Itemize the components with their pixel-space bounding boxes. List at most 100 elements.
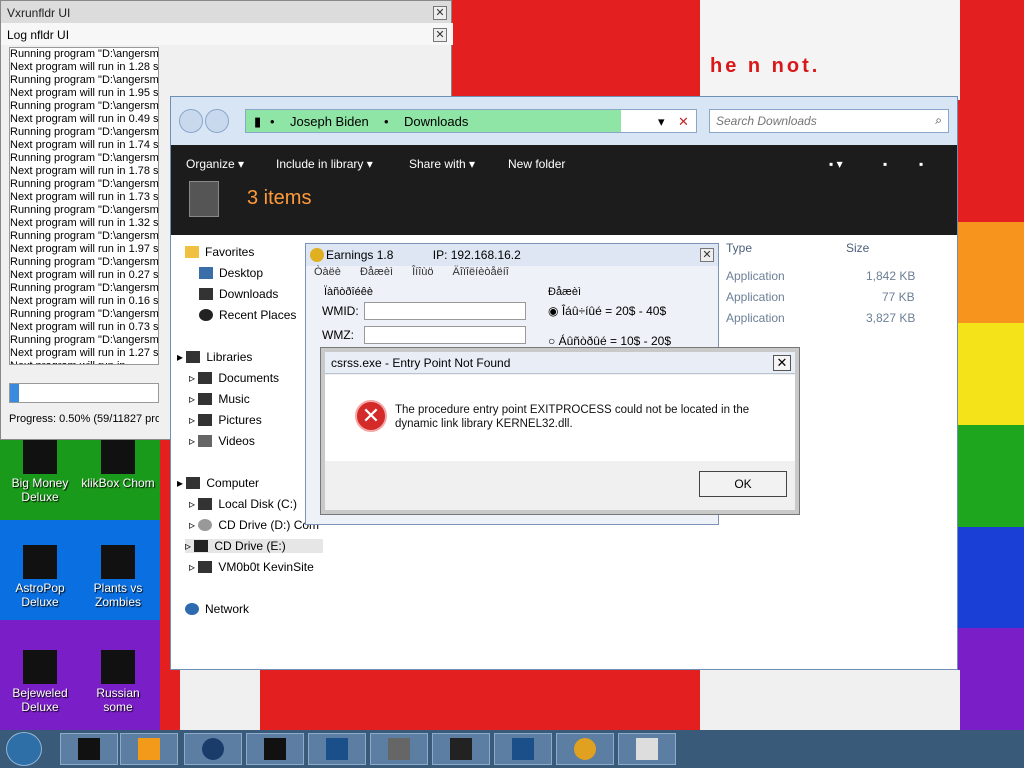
log-line: Next program will run in 1.73 s	[10, 191, 159, 203]
dialog-close-button[interactable]: ✕	[773, 355, 791, 371]
log-listbox[interactable]: Running program "D:\angersmoreno\Worm.Wi…	[9, 47, 159, 365]
taskbar-item[interactable]	[618, 733, 676, 765]
taskbar-item[interactable]	[246, 733, 304, 765]
desktop-icon-russian[interactable]: Russian some	[80, 650, 156, 714]
wallpaper-rainbow	[950, 120, 1024, 730]
warning-icon	[450, 738, 472, 760]
nav-downloads[interactable]: Downloads	[199, 287, 278, 301]
column-header-type[interactable]: Type	[726, 241, 752, 255]
nav-recent-places[interactable]: Recent Places	[199, 308, 296, 322]
nav-music[interactable]: ▹ Music	[189, 392, 250, 406]
breadcrumb-downloads[interactable]: Downloads	[404, 114, 468, 129]
taskbar-item[interactable]	[370, 733, 428, 765]
nav-cd-drive-d[interactable]: ▹ CD Drive (D:) Com	[189, 518, 319, 532]
search-box[interactable]: ⌕	[709, 109, 949, 133]
app-icon	[23, 545, 57, 579]
log-line: Next program will run in 1.27 s	[10, 347, 159, 359]
menu-item[interactable]: Ðåæèì	[360, 266, 393, 278]
window-icon	[512, 738, 534, 760]
window-icon	[326, 738, 348, 760]
nav-computer[interactable]: ▸ Computer	[177, 476, 259, 490]
log-window-title: Vxrunfldr UI	[1, 1, 451, 23]
taskbar-item[interactable]	[120, 733, 178, 765]
nav-documents[interactable]: ▹ Documents	[189, 371, 279, 385]
cd-icon	[198, 519, 213, 531]
taskbar-item[interactable]	[556, 733, 614, 765]
chevron-down-icon[interactable]: ▾	[658, 114, 665, 130]
drive-icon	[198, 561, 213, 573]
app-icon	[23, 440, 57, 474]
desktop-icon-klikbox[interactable]: klikBox Chom	[80, 440, 156, 490]
menu-item[interactable]: Äîïîëíèòåëíî	[453, 266, 509, 278]
start-button[interactable]	[6, 732, 42, 766]
preview-pane-icon[interactable]: ▪	[883, 157, 887, 171]
nav-cd-drive-e[interactable]: ▹ CD Drive (E:)	[185, 539, 323, 553]
desktop-icon-big-money[interactable]: Big Money Deluxe	[2, 440, 78, 504]
help-icon[interactable]: ▪	[919, 157, 923, 171]
nav-videos[interactable]: ▹ Videos	[189, 434, 255, 448]
ok-button[interactable]: OK	[699, 471, 787, 497]
earnings-menu: Òàëè Ðåæèì Îíîùö Äîïîëíèòåëíî	[306, 266, 718, 284]
nav-libraries[interactable]: ▸ Libraries	[177, 350, 252, 364]
log-line: Next program will run in 1.74 s	[10, 139, 159, 151]
back-button[interactable]	[179, 109, 203, 133]
column-header-size[interactable]: Size	[846, 241, 869, 255]
wallpaper-text: he n not.	[710, 55, 821, 77]
nav-pictures[interactable]: ▹ Pictures	[189, 413, 262, 427]
file-type[interactable]: Application	[726, 290, 785, 304]
wmid-field[interactable]	[364, 302, 526, 320]
app-icon	[23, 650, 57, 684]
mode-group-label: Ðåæèì	[548, 286, 582, 298]
items-count: 3 items	[247, 187, 312, 209]
nav-network[interactable]: Network	[185, 602, 249, 616]
nav-local-disk[interactable]: ▹ Local Disk (C:)	[189, 497, 297, 511]
nav-favorites[interactable]: Favorites	[185, 245, 254, 259]
mode-option-fast[interactable]: ○ Áûñòðûé = 10$ - 20$	[548, 334, 671, 348]
forward-button[interactable]	[205, 109, 229, 133]
log-window-close-button[interactable]: ✕	[433, 6, 447, 20]
search-icon[interactable]: ⌕	[935, 113, 942, 128]
desktop-icon-bejeweled[interactable]: Bejeweled Deluxe	[2, 650, 78, 714]
star-icon	[185, 246, 199, 258]
file-size: 77 KB	[882, 290, 915, 304]
nav-vm-site[interactable]: ▹ VM0b0t KevinSite	[189, 560, 314, 574]
desktop-icon-astropop[interactable]: AstroPop Deluxe	[2, 545, 78, 609]
organize-button[interactable]: Organize ▾	[186, 157, 244, 171]
printer-icon	[388, 738, 410, 760]
file-type[interactable]: Application	[726, 311, 785, 325]
taskbar-item[interactable]	[60, 733, 118, 765]
views-icon[interactable]: ▪ ▾	[829, 157, 843, 171]
log-line: Next program will run in 1.97 s	[10, 243, 159, 255]
search-input[interactable]	[716, 111, 916, 131]
nav-desktop[interactable]: Desktop	[199, 266, 263, 280]
mode-option-normal[interactable]: ◉ Îáû÷íûé = 20$ - 40$	[548, 304, 666, 318]
log-line: Running program "D:\angersm	[10, 334, 159, 346]
log-line: Next program will run in 0.73 s	[10, 321, 159, 333]
file-type[interactable]: Application	[726, 269, 785, 283]
close-icon[interactable]: ✕	[678, 114, 689, 130]
videos-icon	[198, 435, 213, 447]
include-in-library-button[interactable]: Include in library ▾	[276, 157, 373, 171]
menu-item[interactable]: Òàëè	[314, 266, 341, 278]
share-with-button[interactable]: Share with ▾	[409, 157, 475, 171]
wmz-label: WMZ:	[322, 328, 354, 342]
address-bar[interactable]: ▮ • Joseph Biden • Downloads ▾ ✕	[245, 109, 697, 133]
wmz-field[interactable]	[364, 326, 526, 344]
desktop-icon	[199, 267, 213, 279]
earnings-close-button[interactable]: ✕	[700, 248, 714, 262]
log-window-icon	[636, 738, 658, 760]
taskbar-item[interactable]	[308, 733, 366, 765]
log-window-subtitle: Log nfldr UI	[1, 23, 453, 45]
log-subwindow-close-button[interactable]: ✕	[433, 28, 447, 42]
taskbar-item[interactable]	[184, 733, 242, 765]
app-icon	[78, 738, 100, 760]
menu-item[interactable]: Îíîùö	[412, 266, 433, 278]
taskbar-item[interactable]	[494, 733, 552, 765]
breadcrumb-joseph-biden[interactable]: Joseph Biden	[290, 114, 369, 129]
desktop-icon-plants-vs-zombies[interactable]: Plants vs Zombies	[80, 545, 156, 609]
folder-icon: ▮	[254, 114, 262, 129]
music-icon	[198, 393, 213, 405]
taskbar-item[interactable]	[432, 733, 490, 765]
new-folder-button[interactable]: New folder	[508, 157, 565, 171]
progress-text: Progress: 0.50% (59/11827 prog	[9, 413, 159, 425]
